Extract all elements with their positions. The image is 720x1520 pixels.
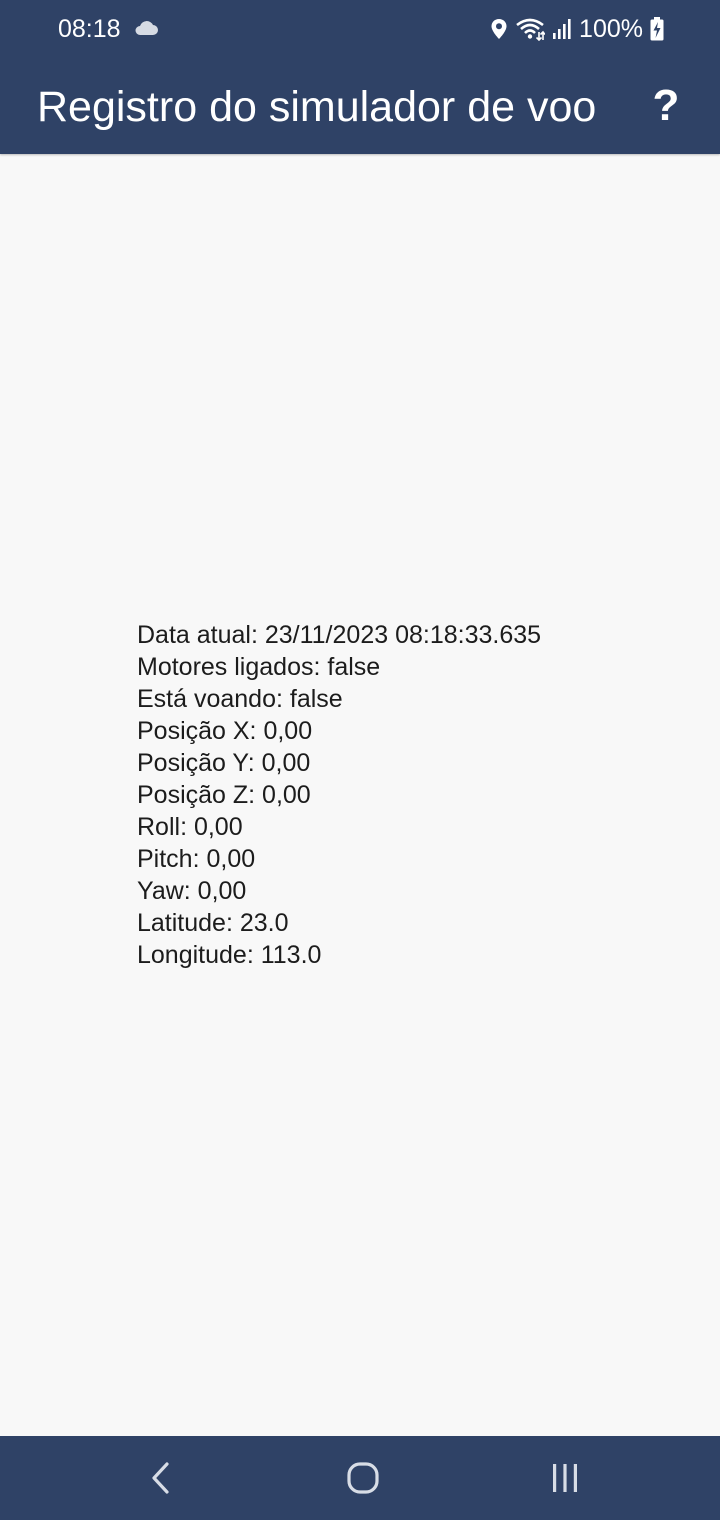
signal-icon xyxy=(553,19,571,39)
page-title: Registro do simulador de voo xyxy=(37,83,597,131)
recent-apps-button[interactable] xyxy=(529,1450,601,1506)
home-button[interactable] xyxy=(327,1450,399,1506)
wifi-icon xyxy=(516,18,546,41)
log-line-position-z: Posição Z: 0,00 xyxy=(137,781,311,809)
battery-percentage: 100% xyxy=(579,15,643,43)
help-button[interactable]: ? xyxy=(636,78,696,134)
log-line-position-x: Posição X: 0,00 xyxy=(137,717,313,745)
status-icons: 100% xyxy=(490,14,664,44)
log-line-flying: Está voando: false xyxy=(137,685,343,713)
flight-log: Data atual: 23/11/2023 08:18:33.635 Moto… xyxy=(137,619,657,971)
log-line-yaw: Yaw: 0,00 xyxy=(137,877,247,905)
cloud-icon xyxy=(135,21,158,35)
log-line-position-y: Posição Y: 0,00 xyxy=(137,749,311,777)
status-bar: 08:18 100% xyxy=(0,0,720,58)
battery-charging-icon xyxy=(650,17,664,41)
status-time: 08:18 xyxy=(58,15,121,43)
recent-apps-icon xyxy=(553,1464,577,1492)
log-line-latitude: Latitude: 23.0 xyxy=(137,909,289,937)
log-line-pitch: Pitch: 0,00 xyxy=(137,845,256,873)
header: 08:18 100% Registro do simulador de voo … xyxy=(0,0,720,154)
location-icon xyxy=(491,19,507,39)
home-icon xyxy=(347,1462,379,1494)
back-button[interactable] xyxy=(125,1450,197,1506)
log-line-roll: Roll: 0,00 xyxy=(137,813,243,841)
screen: 08:18 100% Registro do simulador de voo … xyxy=(0,0,720,1520)
navigation-bar xyxy=(0,1436,720,1520)
log-line-motors: Motores ligados: false xyxy=(137,653,381,681)
log-line-date: Data atual: 23/11/2023 08:18:33.635 xyxy=(137,621,542,649)
log-line-longitude: Longitude: 113.0 xyxy=(137,941,322,969)
back-icon xyxy=(152,1462,169,1494)
